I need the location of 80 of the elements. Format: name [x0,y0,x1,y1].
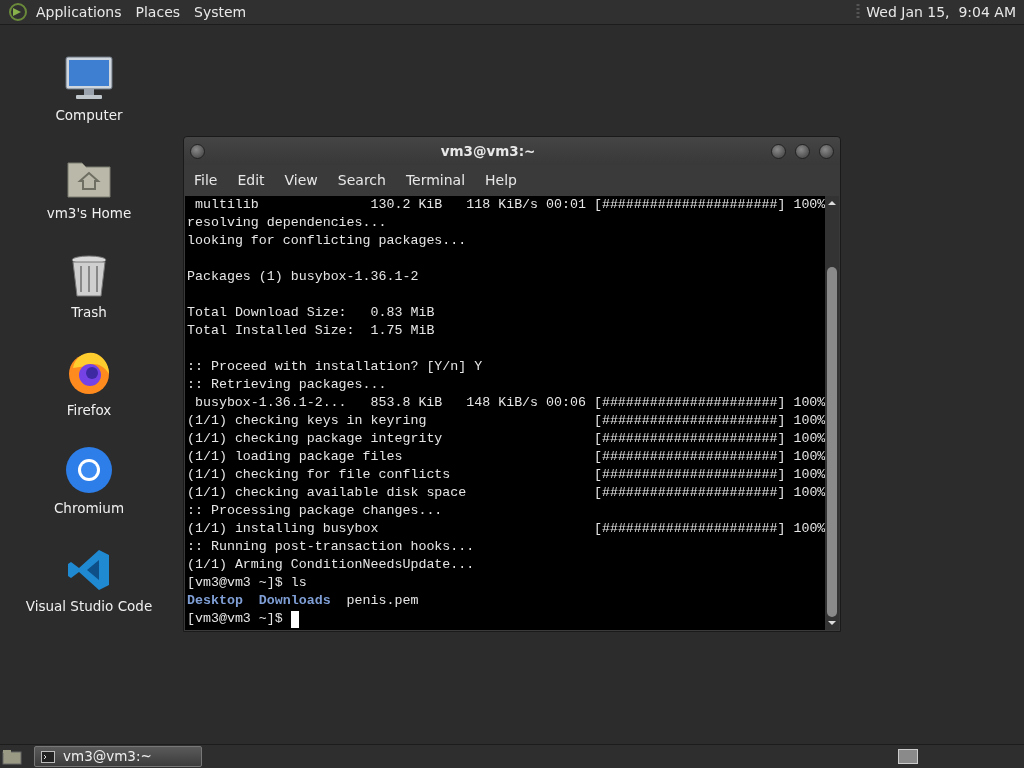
maximize-button[interactable] [795,143,810,159]
terminal-line: Total Installed Size: 1.75 MiB [187,322,435,340]
close-button[interactable] [819,143,834,159]
taskbar-button[interactable]: vm3@vm3:~ [34,746,202,767]
terminal-icon [41,750,55,763]
elapsed-time: 00:06 [546,394,586,412]
terminal-line: Packages (1) busybox-1.36.1-2 [187,268,419,286]
distro-logo-icon [8,2,28,22]
terminal-line: :: Processing package changes... [187,502,443,520]
panel-handle-icon [856,3,861,21]
menu-item[interactable]: File [194,170,218,191]
scrollbar[interactable] [825,196,839,630]
panel-menu[interactable]: Places [135,1,181,23]
step-text: (1/1) installing busybox [187,520,379,538]
percent-text: 100% [793,448,826,466]
download-rate: 118 KiB/s [466,196,539,214]
monitor-icon [64,55,114,101]
scroll-down-icon[interactable] [828,619,837,627]
download-size: 130.2 KiB [370,196,443,214]
minimize-button[interactable] [771,143,786,159]
terminal-line: :: Proceed with installation? [Y/n] Y [187,358,483,376]
clock[interactable]: Wed Jan 15, 9:04 AM [866,1,1016,23]
step-text: (1/1) checking keys in keyring [187,412,427,430]
task-label: vm3@vm3:~ [63,747,152,767]
percent-text: 100% [793,430,826,448]
menu-item[interactable]: Edit [237,170,265,191]
progress-bar-text: [######################] [593,466,787,484]
menu-item[interactable]: View [284,170,318,191]
step-text: (1/1) checking available disk space [187,484,467,502]
terminal-line: looking for conflicting packages... [187,232,467,250]
terminal-line: :: Retrieving packages... [187,376,387,394]
workspace-switcher[interactable] [898,749,918,764]
trash-icon [70,253,108,298]
menu-item[interactable]: Help [485,170,517,191]
window-title: vm3@vm3:~ [439,141,537,161]
percent-text: 100% [793,412,826,430]
desktop-icon-label[interactable]: Chromium [53,498,125,519]
percent-text: 100% [793,484,826,502]
percent-text: 100% [793,196,826,214]
terminal-line: (1/1) Arming ConditionNeedsUpdate... [187,556,475,574]
progress-bar-text: [######################] [593,448,787,466]
window-menu-button[interactable] [190,143,205,159]
percent-text: 100% [793,394,826,412]
desktop-icon-label[interactable]: Computer [55,105,123,126]
scroll-up-icon[interactable] [828,199,837,207]
browser-ring-icon [65,446,113,494]
menu-item[interactable]: Search [337,170,386,191]
file-name: penis.pem [346,592,419,610]
directory-name: Desktop [187,592,243,610]
directory-name: Downloads [258,592,331,610]
step-text: (1/1) checking package integrity [187,430,443,448]
desktop-icon-label[interactable]: Trash [71,301,107,322]
package-name: busybox-1.36.1-2... [194,394,347,412]
panel-menu[interactable]: Applications [36,1,122,23]
desktop-icon-label[interactable]: Visual Studio Code [25,596,153,617]
step-text: (1/1) loading package files [187,448,403,466]
progress-bar-text: [######################] [593,520,787,538]
terminal-prompt: [vm3@vm3 ~]$ [187,610,283,628]
progress-bar-text: [######################] [593,430,787,448]
code-editor-icon [67,548,111,593]
download-rate: 148 KiB/s [466,394,539,412]
percent-text: 100% [793,466,826,484]
progress-bar-text: [######################] [593,196,787,214]
terminal-line: [vm3@vm3 ~]$ ls [187,574,307,592]
desktop-icon-label[interactable]: Firefox [66,399,112,420]
terminal-line: :: Running post-transaction hooks... [187,538,475,556]
progress-bar-text: [######################] [593,412,787,430]
terminal-line: resolving dependencies... [187,214,387,232]
percent-text: 100% [793,520,826,538]
elapsed-time: 00:01 [546,196,586,214]
scrollbar-thumb[interactable] [827,267,838,617]
menu-item[interactable]: Terminal [405,170,466,191]
progress-bar-text: [######################] [593,394,787,412]
desktop-icon-label[interactable]: vm3's Home [46,203,132,224]
step-text: (1/1) checking for file conflicts [187,466,451,484]
panel-menu[interactable]: System [194,1,247,23]
terminal-line: Total Download Size: 0.83 MiB [187,304,435,322]
progress-bar-text: [######################] [593,484,787,502]
package-name: multilib [194,196,259,214]
download-size: 853.8 KiB [370,394,443,412]
